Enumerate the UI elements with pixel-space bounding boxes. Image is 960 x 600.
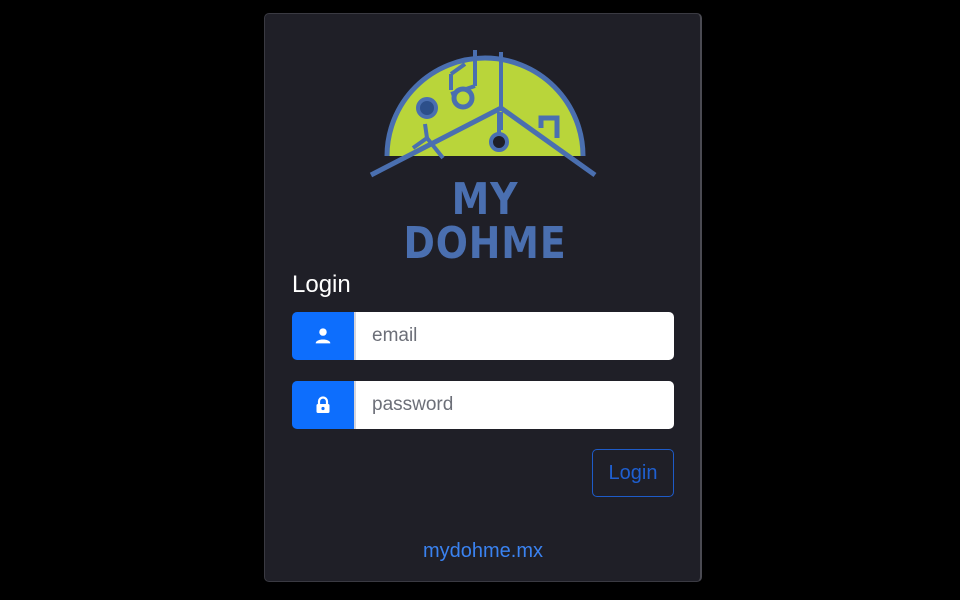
password-input[interactable] [354, 381, 674, 429]
website-link[interactable]: mydohme.mx [265, 540, 701, 563]
login-card: MY DOHME Login Login mydohme.mx [264, 13, 702, 582]
email-input-group [292, 312, 674, 360]
email-input[interactable] [354, 312, 674, 360]
user-icon [292, 312, 354, 360]
login-button[interactable]: Login [592, 449, 674, 497]
login-title: Login [292, 271, 351, 298]
brand-logo: MY DOHME [365, 30, 605, 266]
lock-icon [292, 381, 354, 429]
password-input-group [292, 381, 674, 429]
brand-wordmark: MY DOHME [403, 174, 567, 269]
